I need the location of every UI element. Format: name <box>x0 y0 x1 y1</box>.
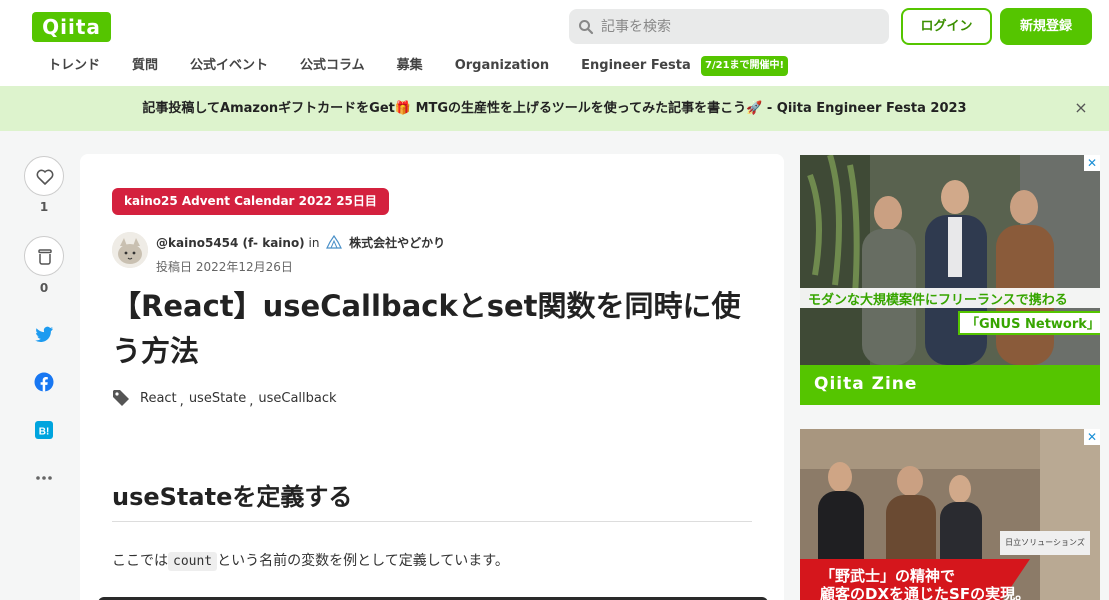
paragraph: ここでは count という名前の変数を例として定義しています。 <box>112 549 509 574</box>
nav-official-columns[interactable]: 公式コラム <box>284 54 381 78</box>
heart-icon <box>36 169 54 185</box>
qiita-logo[interactable]: Qiita <box>32 12 111 42</box>
article-card: kaino25 Advent Calendar 2022 25日目 @kaino… <box>80 154 784 600</box>
svg-text:B!: B! <box>39 427 50 438</box>
tag-icon <box>113 390 129 406</box>
search-box[interactable] <box>569 9 889 44</box>
ad-headline-line2: 顧客のDXを通じたSFの実現。 <box>820 585 1031 600</box>
ad-banner-hitachi[interactable]: ✕ 日立ソリューションズ 「野武士」の精神で 顧客のDXを通じたSFの実現。 <box>800 429 1100 600</box>
author-name[interactable]: @kaino5454 (f- kaino) <box>156 236 305 250</box>
tag-usecallback[interactable]: useCallback <box>258 391 336 406</box>
banner-text[interactable]: 記事投稿してAmazonギフトカードをGet🎁 MTGの生産性を上げるツールを使… <box>0 86 1109 131</box>
avatar[interactable] <box>112 232 148 268</box>
tag-react[interactable]: React <box>140 391 177 406</box>
section-heading: useStateを定義する <box>112 483 353 511</box>
hatena-bookmark-icon[interactable]: B! <box>34 420 54 440</box>
organization-name[interactable]: 株式会社やどかり <box>349 236 445 250</box>
ad-headline-line1: 「野武士」の精神で <box>820 567 956 585</box>
like-button[interactable] <box>24 156 64 196</box>
nav-official-events[interactable]: 公式イベント <box>174 54 284 78</box>
stock-icon <box>38 249 52 265</box>
article-title: 【React】useCallbackとset関数を同時に使う方法 <box>112 289 741 368</box>
like-count: 1 <box>39 200 49 214</box>
ad-company-sign: 日立ソリューションズ <box>1000 531 1090 555</box>
ad-choices-icon[interactable]: ✕ <box>1084 155 1100 171</box>
author-line: @kaino5454 (f- kaino) in 株式会社やどかり <box>156 234 445 251</box>
ad-subheadline: 「GNUS Network」 <box>958 311 1100 335</box>
ad-banner-gnus[interactable]: ✕ モダンな大規模案件にフリーランスで携わる 「GNUS Network」 Qi… <box>800 155 1100 405</box>
site-header: Qiita ログイン 新規登録 トレンド 質問 公式イベント 公式コラム 募集 … <box>0 0 1109 86</box>
signup-button[interactable]: 新規登録 <box>1000 8 1092 45</box>
search-icon <box>579 20 594 35</box>
paragraph-text-after: という名前の変数を例として定義しています。 <box>217 553 509 569</box>
search-input[interactable] <box>601 9 881 44</box>
nav-questions[interactable]: 質問 <box>116 54 174 78</box>
heading-divider <box>112 521 752 522</box>
login-button[interactable]: ログイン <box>901 8 992 45</box>
festa-badge[interactable]: 7/21まで開催中! <box>701 56 789 76</box>
stock-count: 0 <box>39 281 49 295</box>
organization-icon <box>326 235 343 249</box>
global-nav: トレンド 質問 公式イベント 公式コラム 募集 Organization Eng… <box>32 54 707 78</box>
stock-button[interactable] <box>24 236 64 276</box>
ad-headline: モダンな大規模案件にフリーランスで携わる <box>808 293 1068 308</box>
author-in-label: in <box>308 236 320 250</box>
qiita-zine-logo: Qiita Zine <box>814 374 918 394</box>
nav-engineer-festa[interactable]: Engineer Festa <box>565 54 707 78</box>
close-icon[interactable]: × <box>1073 100 1089 116</box>
tag-list: React, useState, useCallback <box>112 388 340 409</box>
tag-usestate[interactable]: useState <box>189 391 246 406</box>
ad-choices-icon[interactable]: ✕ <box>1084 429 1100 445</box>
nav-organization[interactable]: Organization <box>439 54 565 78</box>
nav-recruitment[interactable]: 募集 <box>381 54 439 78</box>
more-icon[interactable] <box>34 468 54 488</box>
inline-code: count <box>168 552 218 571</box>
nav-trend[interactable]: トレンド <box>32 54 116 78</box>
posted-date: 投稿日 2022年12月26日 <box>156 260 293 274</box>
announcement-banner[interactable]: 記事投稿してAmazonギフトカードをGet🎁 MTGの生産性を上げるツールを使… <box>0 86 1109 131</box>
avatar-image <box>112 232 148 268</box>
advent-calendar-tag[interactable]: kaino25 Advent Calendar 2022 25日目 <box>112 188 389 215</box>
ad-headline: 「野武士」の精神で 顧客のDXを通じたSFの実現。 <box>820 567 1030 600</box>
facebook-icon[interactable] <box>34 372 54 392</box>
twitter-icon[interactable] <box>34 324 54 344</box>
paragraph-text-before: ここでは <box>112 553 168 569</box>
